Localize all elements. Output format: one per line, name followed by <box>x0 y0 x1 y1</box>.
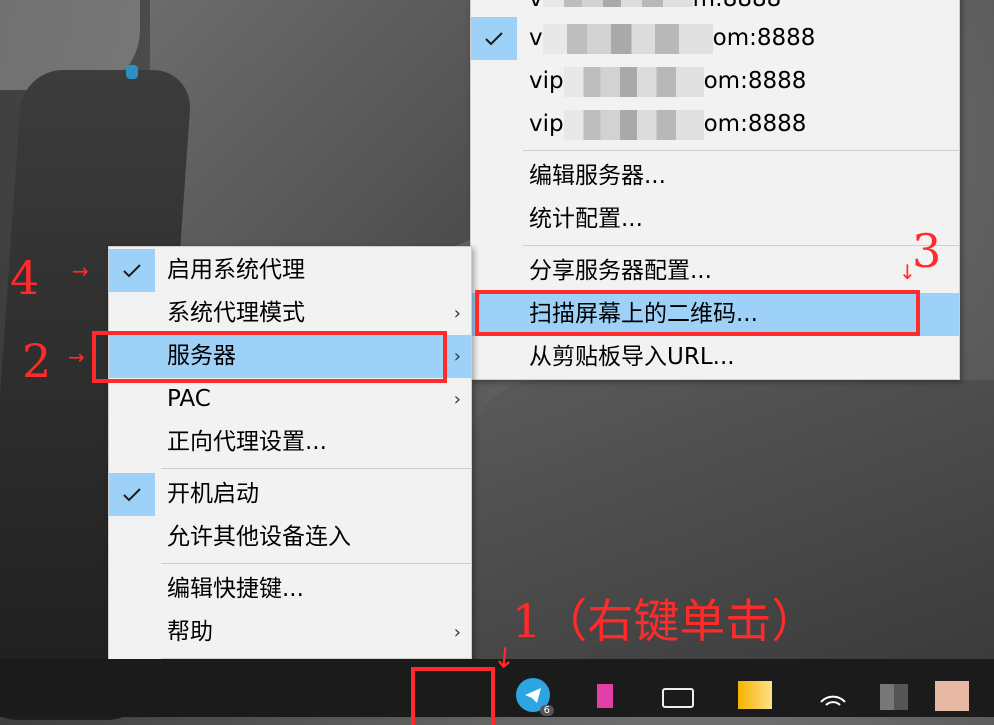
allow-lan-item[interactable]: 允许其他设备连入 <box>109 516 471 559</box>
annotation-arrow-4: → <box>72 259 89 283</box>
chevron-right-icon: › <box>453 346 461 367</box>
chevron-right-icon: › <box>453 303 461 324</box>
share-server-config-item[interactable]: 分享服务器配置... <box>471 250 959 293</box>
annotation-step-1: 1（右键单击） <box>512 594 818 648</box>
notification-badge: 6 <box>539 705 554 716</box>
edit-servers-item[interactable]: 编辑服务器... <box>471 155 959 198</box>
blurred-address <box>542 0 693 7</box>
system-proxy-mode-item[interactable]: 系统代理模式 › <box>109 292 471 335</box>
check-icon <box>109 473 155 516</box>
annotation-step-2: 2 <box>22 334 52 388</box>
blurred-address <box>542 23 713 54</box>
chevron-right-icon: › <box>453 622 461 643</box>
app-tray-icon[interactable] <box>880 684 908 710</box>
annotation-box-servers <box>92 331 447 383</box>
annotation-step-4: 4 <box>10 251 40 305</box>
check-icon <box>471 17 517 60</box>
telegram-icon[interactable]: 6 <box>516 678 554 716</box>
blurred-address <box>563 109 704 140</box>
avatar[interactable] <box>935 681 969 711</box>
server-item-2[interactable]: v om:8888 <box>471 17 959 60</box>
tray-context-menu: 启用系统代理 系统代理模式 › 服务器 › PAC › 正向代理设置... 开机… <box>108 246 472 712</box>
menu-separator <box>523 245 959 246</box>
menu-separator <box>523 150 959 151</box>
menu-separator <box>161 468 471 469</box>
check-icon <box>109 249 155 292</box>
annotation-arrow-2: → <box>68 345 85 369</box>
app-tray-icon[interactable] <box>738 681 772 709</box>
pac-item[interactable]: PAC › <box>109 378 471 421</box>
menu-separator <box>161 563 471 564</box>
annotation-box-tray-icon <box>411 667 495 725</box>
forward-proxy-settings-item[interactable]: 正向代理设置... <box>109 421 471 464</box>
server-item-1[interactable]: vm:8888 <box>471 0 959 17</box>
chevron-right-icon: › <box>453 389 461 410</box>
help-item[interactable]: 帮助 › <box>109 611 471 654</box>
background-rock-upper <box>150 0 510 250</box>
annotation-box-scan-qrcode <box>475 290 920 336</box>
server-item-4[interactable]: vip om:8888 <box>471 103 959 146</box>
statistics-config-item[interactable]: 统计配置... <box>471 198 959 241</box>
blurred-address <box>563 66 704 97</box>
app-tray-icon[interactable] <box>597 684 613 708</box>
wifi-icon[interactable] <box>818 686 848 710</box>
server-item-3[interactable]: vip om:8888 <box>471 60 959 103</box>
climber-figure <box>126 65 138 79</box>
annotation-step-3: 3 <box>912 224 942 278</box>
import-url-from-clipboard-item[interactable]: 从剪贴板导入URL... <box>471 336 959 379</box>
edit-hotkeys-item[interactable]: 编辑快捷键... <box>109 568 471 611</box>
enable-system-proxy-item[interactable]: 启用系统代理 <box>109 249 471 292</box>
start-on-boot-item[interactable]: 开机启动 <box>109 473 471 516</box>
power-plug-icon[interactable] <box>662 688 694 708</box>
annotation-arrow-3: ↓ <box>899 260 916 284</box>
